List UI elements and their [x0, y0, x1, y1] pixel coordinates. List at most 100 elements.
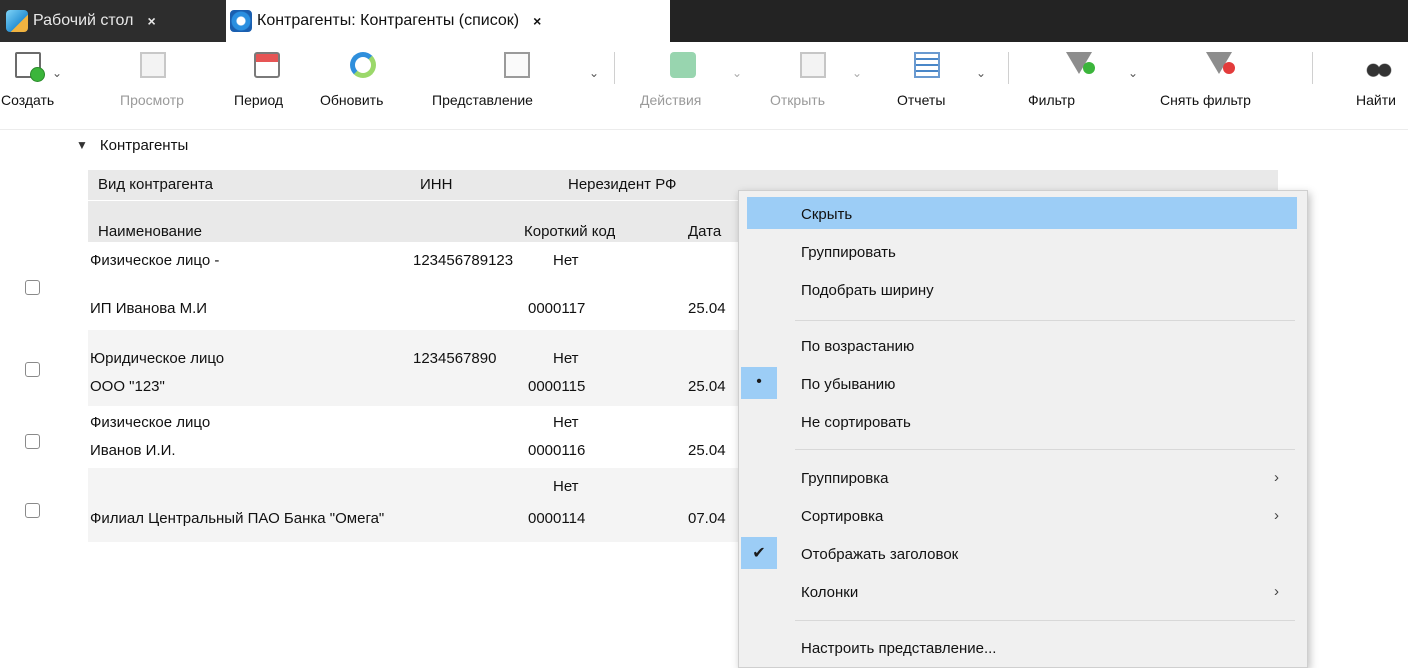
open-button[interactable]: ⌄ Открыть: [770, 52, 862, 122]
cell-inn: 1234567890: [413, 350, 497, 367]
cell-date: 07.04: [688, 510, 726, 527]
menu-item-show-header[interactable]: ✔ Отображать заголовок: [739, 533, 1307, 569]
toolbar: ⌄ Создать Просмотр Период Обновить ⌄ Пре…: [0, 42, 1408, 130]
chevron-down-icon[interactable]: ⌄: [589, 66, 599, 80]
cell-date: 25.04: [688, 442, 726, 459]
cell-code: 0000116: [528, 442, 586, 459]
cell-type: Физическое лицо -: [90, 252, 220, 269]
row-checkbox[interactable]: [25, 503, 40, 518]
menu-item-hide-label: Скрыть: [801, 206, 853, 223]
create-button[interactable]: ⌄ Создать: [0, 52, 70, 122]
tab-desktop[interactable]: Рабочий стол ×: [0, 0, 226, 42]
tab-counterparties[interactable]: Контрагенты: Контрагенты (список) ×: [226, 0, 670, 42]
chevron-down-icon[interactable]: ⌄: [1128, 66, 1138, 80]
chevron-down-icon[interactable]: ⌄: [852, 66, 862, 80]
menu-item-grouping[interactable]: Группировка ›: [739, 457, 1307, 493]
cell-type: Юридическое лицо: [90, 350, 225, 367]
cell-date: 25.04: [688, 378, 726, 395]
selected-marker: •: [741, 367, 777, 399]
open-label: Открыть: [770, 92, 825, 108]
menu-separator: [795, 449, 1295, 450]
refresh-button[interactable]: Обновить: [320, 52, 410, 122]
cell-date: 25.04: [688, 300, 726, 317]
actions-label: Действия: [640, 92, 702, 108]
cell-nonresident: Нет: [553, 478, 579, 495]
chevron-down-icon[interactable]: ⌄: [976, 66, 986, 80]
calendar-icon: [254, 52, 280, 78]
menu-item-sort-asc-label: По возрастанию: [801, 338, 915, 355]
desktop-icon: [6, 10, 28, 32]
period-button[interactable]: Период: [234, 52, 304, 122]
reports-button[interactable]: ⌄ Отчеты: [877, 52, 987, 122]
menu-item-columns-label: Колонки: [801, 584, 859, 601]
cell-inn: 123456789123: [413, 252, 514, 269]
menu-item-group-label: Группировать: [801, 244, 896, 261]
cell-name: ООО "123": [90, 378, 165, 395]
row-checkbox[interactable]: [25, 434, 40, 449]
filter-remove-icon: [1206, 52, 1235, 74]
expand-triangle-icon[interactable]: ▼: [76, 138, 88, 152]
col-header-inn[interactable]: ИНН: [420, 176, 452, 193]
filter-label: Фильтр: [1028, 92, 1076, 108]
menu-item-customize-view[interactable]: Настроить представление...: [739, 627, 1307, 663]
view-icon: [140, 52, 166, 78]
menu-item-sort-desc[interactable]: • По убыванию: [739, 363, 1307, 399]
filter-button[interactable]: ⌄ Фильтр: [1026, 52, 1138, 122]
close-icon[interactable]: ×: [533, 13, 541, 29]
menu-item-group[interactable]: Группировать: [739, 231, 1307, 267]
cell-name: Иванов И.И.: [90, 442, 176, 459]
create-label: Создать: [1, 92, 55, 108]
menu-item-no-sort-label: Не сортировать: [801, 414, 911, 431]
menu-item-columns[interactable]: Колонки ›: [739, 571, 1307, 607]
menu-item-fit-width-label: Подобрать ширину: [801, 282, 934, 299]
cell-nonresident: Нет: [553, 414, 579, 431]
menu-item-customize-view-label: Настроить представление...: [801, 640, 997, 657]
find-label: Найти: [1356, 92, 1396, 108]
chevron-down-icon[interactable]: ⌄: [732, 66, 742, 80]
cell-nonresident: Нет: [553, 252, 579, 269]
group-label: Контрагенты: [99, 136, 189, 154]
col-header-name[interactable]: Наименование: [98, 223, 202, 240]
menu-item-grouping-label: Группировка: [801, 470, 889, 487]
actions-button[interactable]: ⌄ Действия: [640, 52, 742, 122]
menu-item-sorting[interactable]: Сортировка ›: [739, 495, 1307, 531]
row-checkbox[interactable]: [25, 362, 40, 377]
cell-code: 0000114: [528, 510, 586, 527]
counterparties-icon: [230, 10, 252, 32]
tab-counterparties-label: Контрагенты: Контрагенты (список): [257, 12, 520, 29]
remove-filter-button[interactable]: Снять фильтр: [1160, 52, 1290, 122]
reports-label: Отчеты: [897, 92, 946, 108]
cell-type: Физическое лицо: [90, 414, 211, 431]
column-context-menu: Скрыть Группировать Подобрать ширину По …: [738, 190, 1308, 668]
chevron-right-icon: ›: [1274, 507, 1279, 524]
menu-item-no-sort[interactable]: Не сортировать: [739, 401, 1307, 437]
menu-item-hide[interactable]: Скрыть: [739, 193, 1307, 229]
presentation-button[interactable]: ⌄ Представление: [432, 52, 602, 122]
col-header-date[interactable]: Дата: [688, 223, 721, 240]
group-row[interactable]: ▼ Контрагенты: [76, 134, 188, 156]
view-button[interactable]: Просмотр: [120, 52, 210, 122]
find-button[interactable]: Найти: [1344, 52, 1404, 122]
create-document-icon: [15, 52, 45, 82]
refresh-icon: [350, 52, 376, 78]
filter-add-icon: [1066, 52, 1095, 74]
chevron-right-icon: ›: [1274, 469, 1279, 486]
cell-name: Филиал Центральный ПАО Банка "Омега": [90, 510, 385, 527]
check-icon: ✔: [752, 545, 766, 562]
actions-icon: [670, 52, 696, 78]
row-checkbox[interactable]: [25, 280, 40, 295]
bullet-icon: •: [756, 373, 762, 390]
chevron-down-icon[interactable]: ⌄: [52, 66, 62, 80]
menu-item-sort-asc[interactable]: По возрастанию: [739, 325, 1307, 361]
menu-item-show-header-label: Отображать заголовок: [801, 546, 959, 563]
menu-item-fit-width[interactable]: Подобрать ширину: [739, 269, 1307, 305]
cell-code: 0000117: [528, 300, 586, 317]
binoculars-icon: [1366, 52, 1392, 78]
col-header-short-code[interactable]: Короткий код: [524, 223, 615, 240]
chevron-right-icon: ›: [1274, 583, 1279, 600]
col-header-type[interactable]: Вид контрагента: [98, 176, 213, 193]
tab-desktop-label: Рабочий стол: [33, 12, 134, 29]
col-header-nonresident[interactable]: Нерезидент РФ: [568, 176, 676, 193]
close-icon[interactable]: ×: [147, 13, 155, 29]
cell-code: 0000115: [528, 378, 586, 395]
